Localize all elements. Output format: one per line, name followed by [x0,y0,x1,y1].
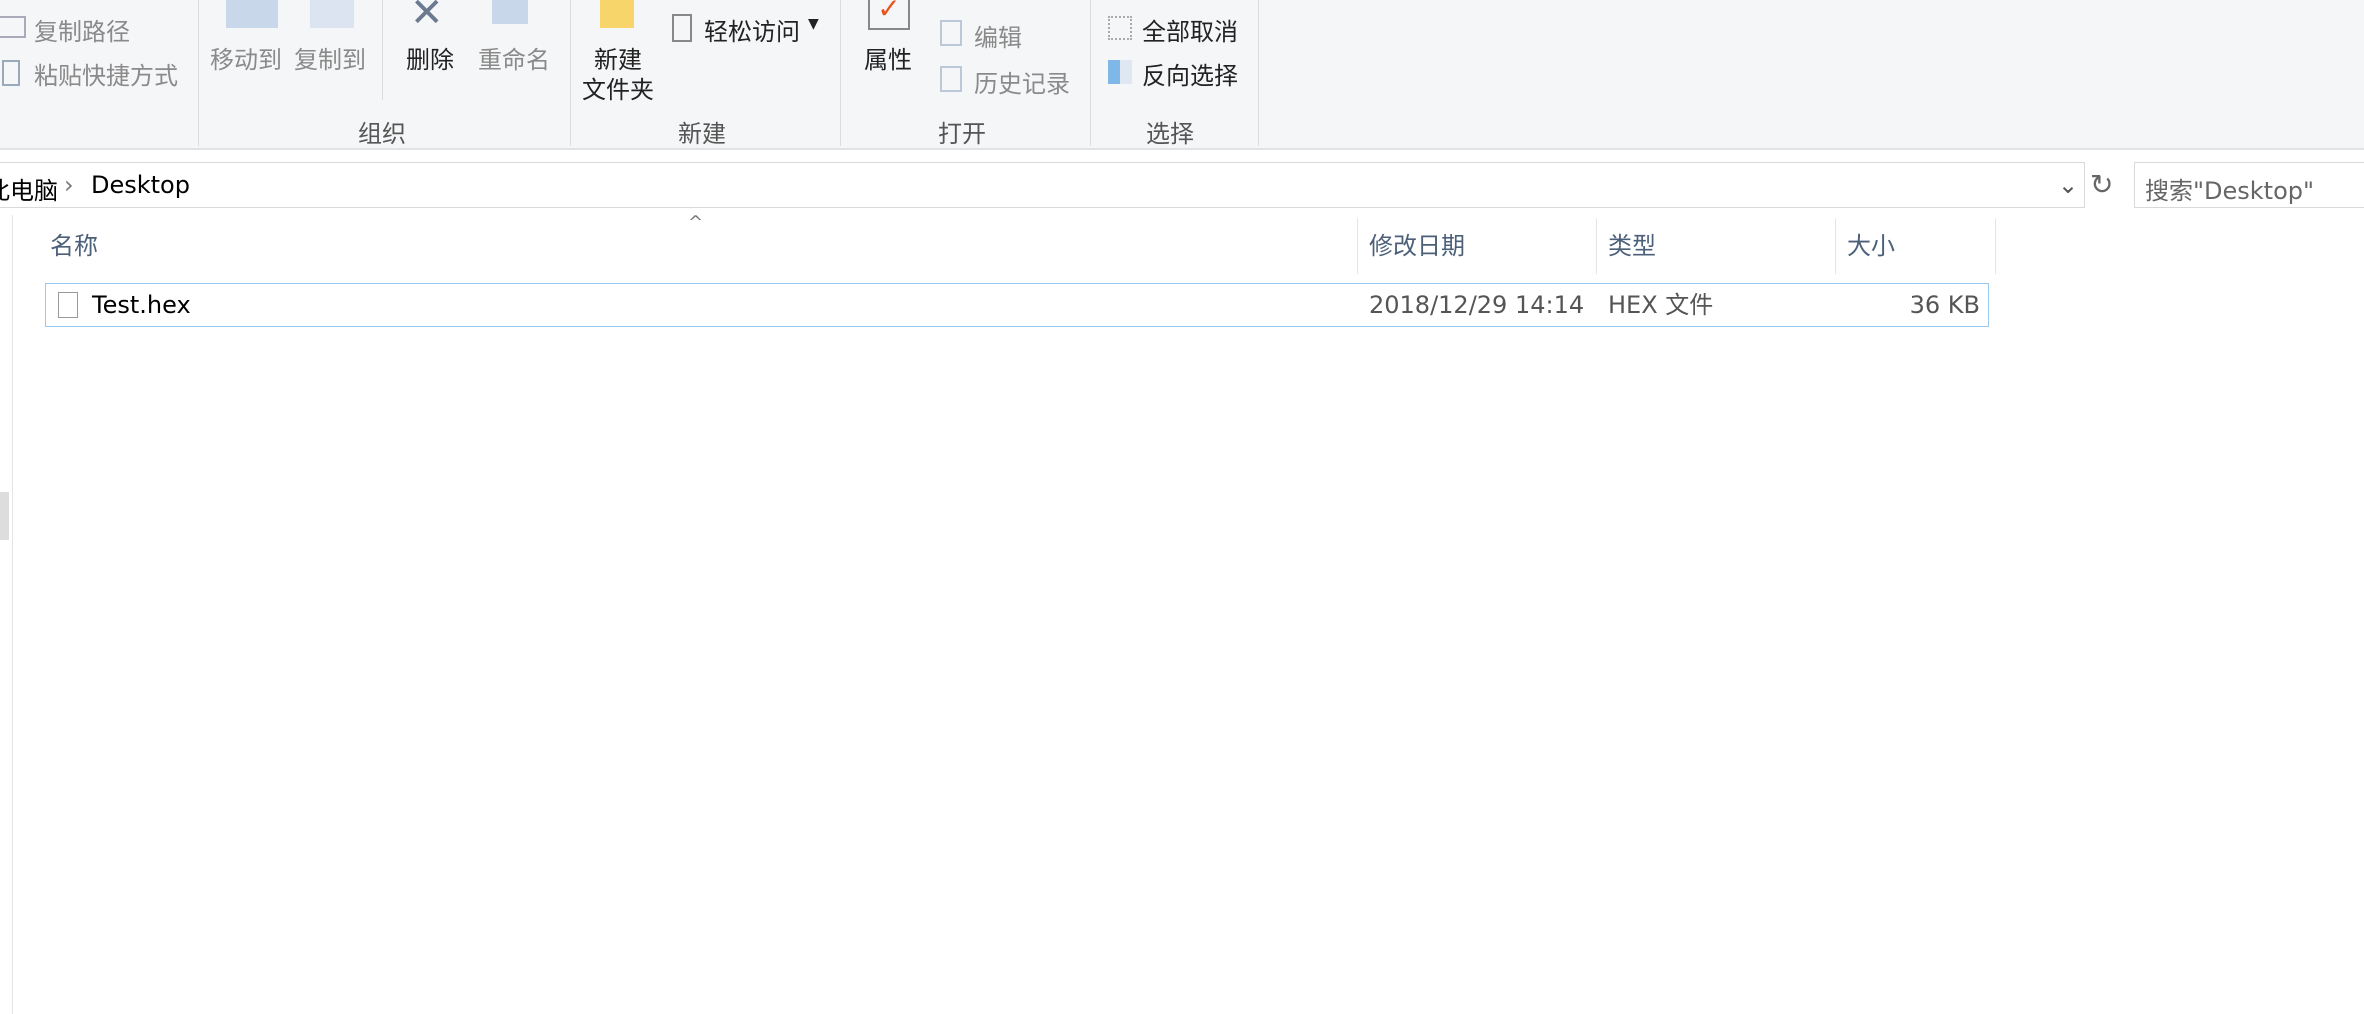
select-none-button[interactable]: 全部取消 [1142,12,1238,47]
delete-icon: ✕ [410,0,444,36]
copy-path-button[interactable]: 复制路径 [34,12,130,47]
move-to-button[interactable]: 移动到 [210,40,282,75]
copy-to-button[interactable]: 复制到 [294,40,366,75]
file-type: HEX 文件 [1608,291,1714,319]
easy-access-icon [672,14,692,42]
address-dropdown-icon[interactable]: ⌄ [2058,171,2078,199]
column-header-name[interactable]: 名称 [38,218,1357,274]
new-folder-icon [600,0,634,28]
search-input[interactable]: 搜索"Desktop" [2134,162,2364,208]
invert-selection-icon [1108,60,1132,84]
group-label-organize: 组织 [358,120,406,148]
navigation-pane-scrollbar[interactable] [0,492,9,540]
divider [1090,0,1091,146]
easy-access-button[interactable]: 轻松访问 [704,12,800,47]
divider [1258,0,1259,146]
breadcrumb-desktop[interactable]: Desktop [91,171,190,199]
column-header-modified[interactable]: 修改日期 [1357,218,1596,274]
properties-icon: ✓ [868,0,910,30]
rename-button[interactable]: 重命名 [478,40,550,75]
ribbon: 复制路径 粘贴快捷方式 移动到 复制到 ✕ 删除 重命名 组织 新建 文件夹 轻… [0,0,2364,150]
refresh-button[interactable]: ↻ [2090,168,2113,201]
select-none-icon [1108,16,1132,40]
column-header-type[interactable]: 类型 [1596,218,1835,274]
paste-shortcut-icon [2,60,20,86]
column-header-size[interactable]: 大小 [1835,218,1995,274]
divider [570,0,571,146]
history-icon [940,66,962,92]
properties-button[interactable]: 属性 [864,40,912,75]
file-size: 36 KB [1909,291,1980,319]
move-to-icon [226,0,278,28]
search-placeholder: 搜索"Desktop" [2145,177,2315,205]
divider [840,0,841,146]
paste-shortcut-button[interactable]: 粘贴快捷方式 [34,56,178,91]
divider [1995,218,1996,274]
file-icon [58,292,78,318]
rename-icon [492,0,528,24]
delete-button[interactable]: 删除 [406,40,454,75]
navigation-pane-edge [12,215,13,1014]
divider [198,0,199,146]
file-row[interactable]: Test.hex 2018/12/29 14:14 HEX 文件 36 KB [45,283,1989,327]
new-folder-button-line2[interactable]: 文件夹 [582,70,654,105]
file-modified: 2018/12/29 14:14 [1369,291,1585,319]
group-label-new: 新建 [678,120,726,148]
address-bar[interactable]: 此电脑 › Desktop ⌄ [0,162,2085,208]
copy-to-icon [310,0,354,28]
history-button[interactable]: 历史记录 [974,64,1070,99]
edit-icon [940,20,962,46]
breadcrumb-this-pc[interactable]: 此电脑 [0,171,58,206]
invert-selection-button[interactable]: 反向选择 [1142,56,1238,91]
edit-button[interactable]: 编辑 [974,18,1022,53]
copy-path-icon [0,16,26,38]
file-name: Test.hex [92,291,191,319]
chevron-down-icon: ▼ [808,16,819,32]
group-label-select: 选择 [1146,120,1194,148]
group-label-open: 打开 [938,120,986,148]
divider [382,0,383,100]
chevron-right-icon[interactable]: › [64,171,74,199]
